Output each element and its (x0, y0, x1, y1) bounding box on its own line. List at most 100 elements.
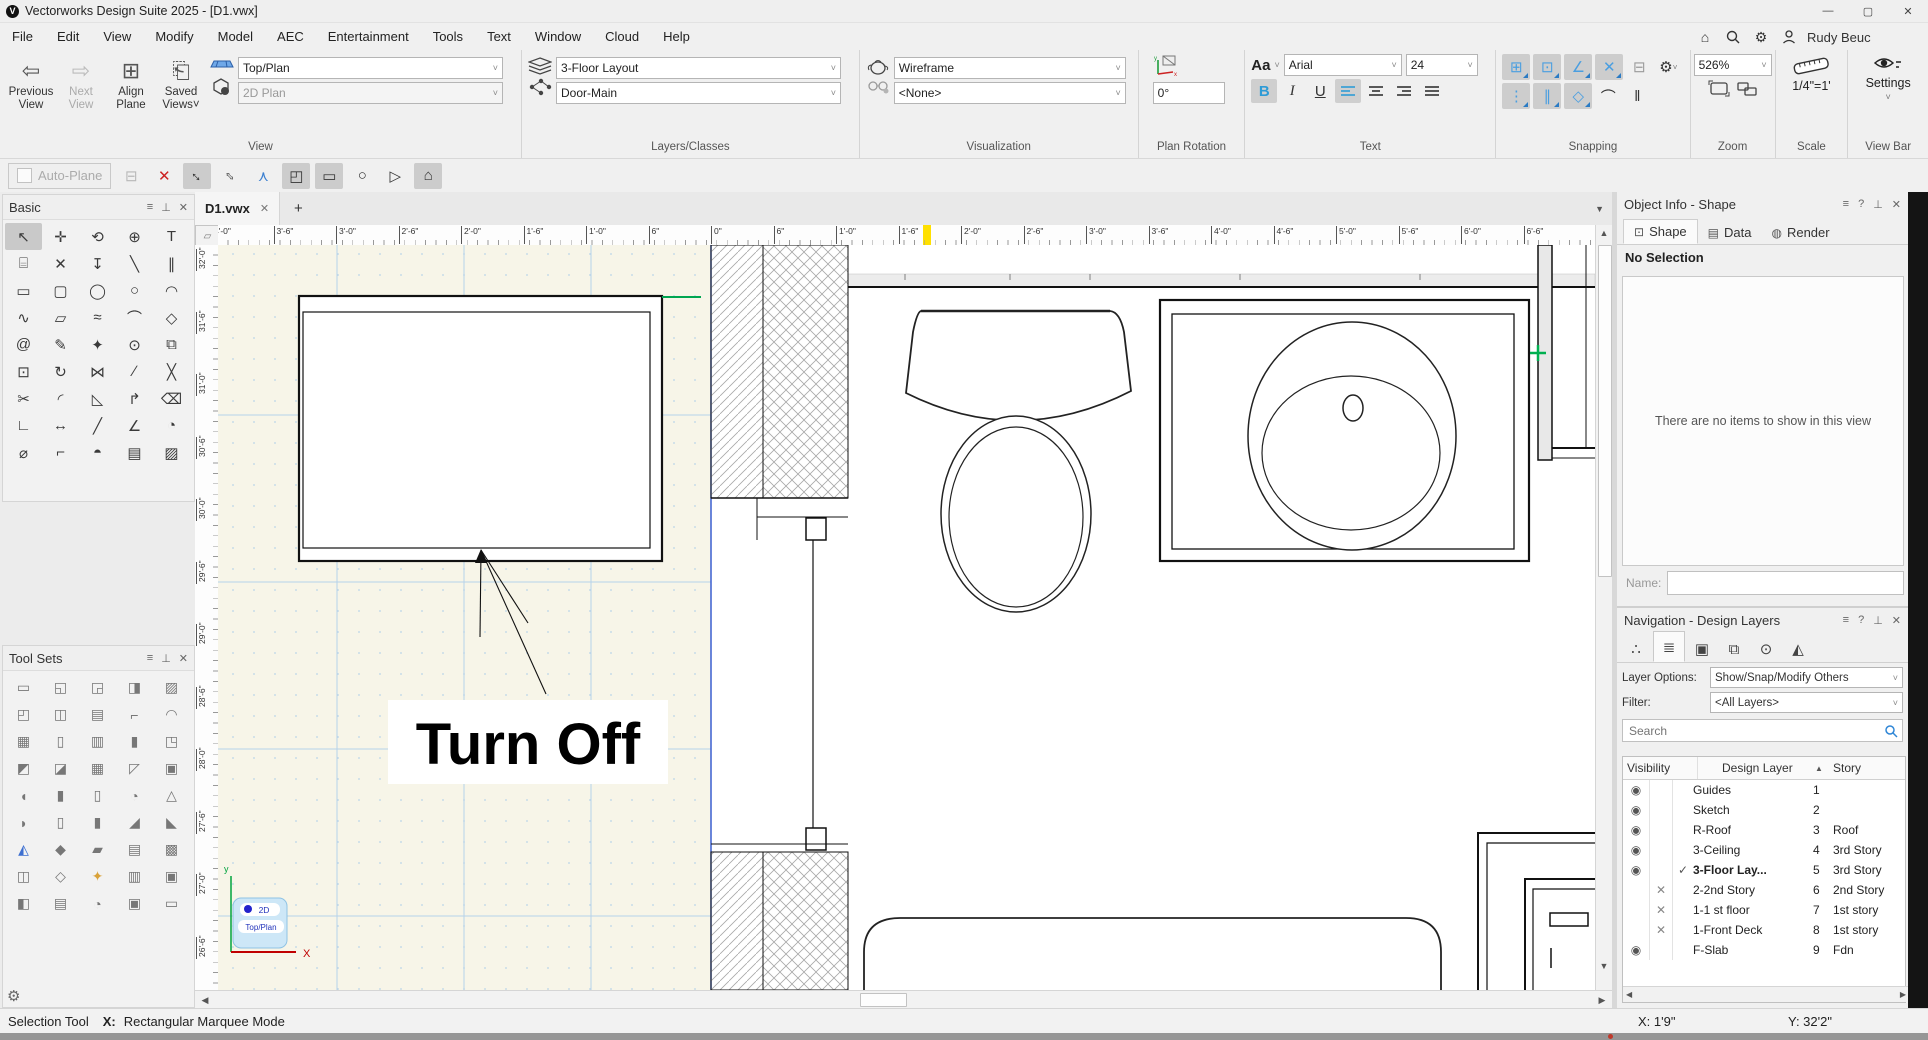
active-class-dropdown[interactable]: Door-Main˅ (556, 82, 841, 104)
nav-design-layers-icon[interactable]: ≣ (1653, 631, 1685, 662)
minimize-button[interactable]: — (1808, 1, 1848, 21)
curved-slab-tool-icon[interactable]: ◪ (42, 755, 79, 782)
palette-help-icon[interactable]: ? (1858, 198, 1864, 211)
escalator-tool-icon[interactable]: ◗ (5, 809, 42, 836)
nav-viewports-icon[interactable]: ⊙ (1751, 636, 1781, 662)
scroll-left-icon[interactable]: ◀ (1626, 990, 1632, 999)
table-header[interactable]: Visibility Design Layer ▲ Story (1623, 757, 1905, 780)
interactive-scaling-icon[interactable]: ↔ (183, 163, 211, 189)
zoom-level-field[interactable]: 526%˅ (1694, 54, 1772, 76)
protractor-tool-icon[interactable]: ◓ (79, 439, 116, 466)
settings-button[interactable]: Settings (1866, 76, 1911, 90)
palette-close-icon[interactable]: ✕ (179, 201, 188, 214)
distance-snap-icon[interactable]: ∥ (1533, 83, 1561, 109)
eyedropper-tool-icon[interactable]: ✎ (42, 331, 79, 358)
unified-view-icon[interactable] (210, 77, 232, 97)
layer-row[interactable]: ◉ R-Roof 3 Roof (1623, 820, 1905, 840)
palette-help-icon[interactable]: ? (1858, 614, 1864, 627)
annotation-turn-off[interactable]: Turn Off (388, 700, 668, 784)
canvas-vertical-scrollbar[interactable]: ▲ ▼ (1595, 225, 1613, 990)
column-tool-icon[interactable]: ▮ (42, 782, 79, 809)
slab-tool-icon[interactable]: ◰ (5, 701, 42, 728)
render-mode-teapot-icon[interactable] (866, 57, 890, 75)
floor-drain-tool-icon[interactable]: △ (153, 782, 190, 809)
layer-search-input[interactable] (1627, 723, 1884, 739)
menu-item[interactable]: Tools (421, 25, 475, 48)
layer-row[interactable]: ◉ Sketch 2 (1623, 800, 1905, 820)
layer-row[interactable]: ◉ ✓ 3-Floor Lay... 5 3rd Story (1623, 860, 1905, 880)
nav-sheet-layers-icon[interactable]: ▣ (1687, 636, 1717, 662)
col-design-layer[interactable]: Design Layer (1698, 761, 1815, 775)
offset-tool-icon[interactable]: ↱ (116, 385, 153, 412)
pan-tool-icon[interactable]: ✛ (42, 223, 79, 250)
name-field[interactable] (1667, 571, 1904, 595)
layer-visible-icon[interactable]: ◉ (1623, 820, 1650, 840)
equipment-tool-icon[interactable]: ▤ (42, 890, 79, 917)
plan-mode-dropdown[interactable]: 2D Plan˅ (238, 82, 503, 104)
layer-hidden-icon[interactable]: ✕ (1650, 900, 1673, 920)
reshape-tool-icon[interactable]: ⊡ (5, 358, 42, 385)
new-tab-button[interactable]: + (294, 200, 303, 217)
scale-ruler-icon[interactable] (1791, 54, 1831, 76)
workspace-tool-icon[interactable]: ▭ (153, 890, 190, 917)
layer-hidden-icon[interactable] (1650, 860, 1673, 880)
menu-item[interactable]: File (0, 25, 45, 48)
radial-dim-tool-icon[interactable]: ◔ (153, 412, 190, 439)
spiral-tool-icon[interactable]: @ (5, 331, 42, 358)
layer-visible-icon[interactable]: ◉ (1623, 840, 1650, 860)
post-tool-icon[interactable]: ▯ (42, 809, 79, 836)
menu-item[interactable]: View (91, 25, 143, 48)
lasso-marquee-icon[interactable]: ○ (348, 163, 376, 189)
double-line-tool-icon[interactable]: ∥ (153, 250, 190, 277)
tab-list-caret-icon[interactable]: ▼ (1595, 204, 1604, 214)
callout-tool-icon[interactable]: ⌸ (5, 250, 42, 277)
jamb-tool-icon[interactable]: ▮ (116, 728, 153, 755)
render-style-dropdown[interactable]: <None>˅ (894, 82, 1126, 104)
window-tool-icon[interactable]: ▥ (79, 728, 116, 755)
polygon-tool-icon[interactable]: ▱ (42, 304, 79, 331)
corner-counter-tool-icon[interactable]: ◢ (116, 809, 153, 836)
push-pull-tool-icon[interactable]: ↧ (79, 250, 116, 277)
palette-menu-icon[interactable]: ≡ (147, 201, 153, 214)
drawing-canvas[interactable]: Turn Off (218, 245, 1595, 990)
railing-tool-icon[interactable]: ▦ (79, 755, 116, 782)
fillet-tool-icon[interactable]: ◜ (42, 385, 79, 412)
nav-saved-views-icon[interactable]: ◭ (1783, 636, 1813, 662)
font-size-dropdown[interactable]: 24˅ (1406, 54, 1478, 76)
scroll-right-icon[interactable]: ▶ (1594, 992, 1610, 1008)
col-story[interactable]: Story (1833, 761, 1905, 775)
layer-search-box[interactable] (1622, 719, 1903, 742)
wall-feature-tool-icon[interactable]: ▦ (5, 728, 42, 755)
layer-visible-icon[interactable]: ◉ (1623, 860, 1650, 880)
center-mark-tool-icon[interactable]: ▤ (116, 439, 153, 466)
sort-arrow-icon[interactable]: ▲ (1815, 764, 1833, 773)
palette-close-icon[interactable]: ✕ (179, 652, 188, 665)
tab-close-icon[interactable]: ✕ (260, 202, 269, 215)
rounded-rectangle-tool-icon[interactable]: ▢ (42, 277, 79, 304)
tangent-snap-icon[interactable]: ◇ (1564, 83, 1592, 109)
saved-views-button[interactable]: ⎗ Saved Views˅ (156, 54, 206, 112)
view-bar-eye-icon[interactable] (1873, 54, 1903, 74)
cabinet-tool-icon[interactable]: ◫ (5, 863, 42, 890)
italic-button[interactable]: I (1279, 79, 1305, 103)
circle-tool-icon[interactable]: ◯ (79, 277, 116, 304)
tangent-arc-icon[interactable]: ⌒ (1595, 83, 1621, 109)
auto-plane-checkbox[interactable] (17, 168, 32, 183)
snapping-settings-gear-icon[interactable]: ⚙˅ (1655, 54, 1681, 80)
multiple-reshape-icon[interactable]: ⇔ (216, 163, 244, 189)
layer-hidden-icon[interactable]: ✕ (1650, 920, 1673, 940)
split-tool-icon[interactable]: ✂ (5, 385, 42, 412)
scroll-up-icon[interactable]: ▲ (1596, 225, 1612, 241)
layer-hidden-icon[interactable] (1650, 940, 1673, 960)
clip-tool-icon[interactable]: ⧉ (153, 331, 190, 358)
filter-dropdown[interactable]: <All Layers>˅ (1710, 692, 1903, 713)
counter-tool-icon[interactable]: ▤ (116, 836, 153, 863)
layer-visible-icon[interactable]: ◉ (1623, 800, 1650, 820)
regular-polygon-tool-icon[interactable]: ◇ (153, 304, 190, 331)
view-mode-dropdown[interactable]: Top/Plan˅ (238, 57, 503, 79)
nav-structure-icon[interactable]: ∴ (1621, 636, 1651, 662)
scale-value[interactable]: 1/4"=1' (1792, 79, 1830, 93)
user-name[interactable]: Rudy Beuc (1807, 30, 1871, 45)
left-wall-upper[interactable] (711, 245, 848, 540)
slab-drainage-tool-icon[interactable]: ◫ (42, 701, 79, 728)
